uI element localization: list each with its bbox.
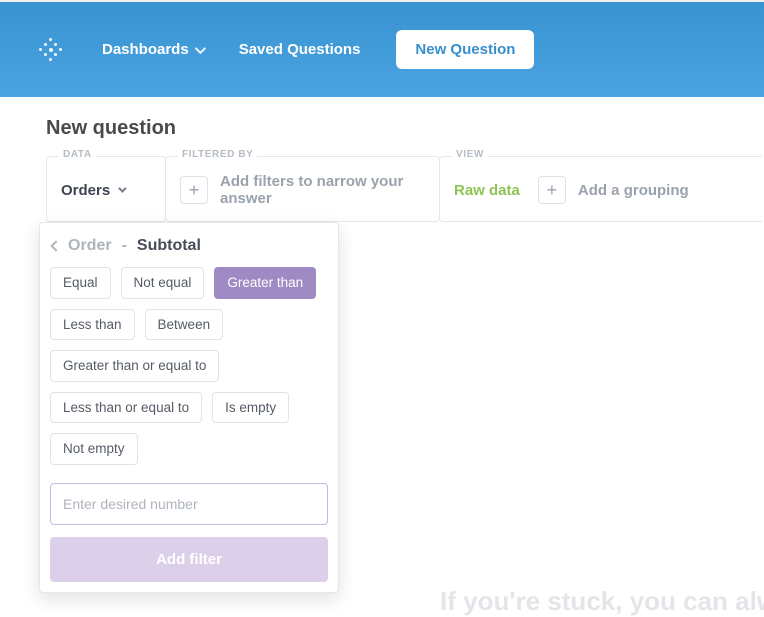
view-section: VIEW Raw data + Add a grouping [439, 156, 762, 222]
plus-icon: + [189, 180, 200, 201]
add-grouping-icon-button[interactable]: + [538, 176, 566, 204]
operator-less-than[interactable]: Less than [50, 309, 135, 341]
view-section-label: VIEW [452, 149, 488, 160]
filter-value-input[interactable] [50, 483, 328, 525]
operator-equal[interactable]: Equal [50, 267, 111, 299]
chevron-left-icon[interactable] [50, 240, 61, 251]
content-area: New question DATA Orders FILTERED BY + A… [0, 97, 764, 222]
operator-not-equal[interactable]: Not equal [121, 267, 205, 299]
popover-breadcrumb: Order - Subtotal [50, 237, 328, 267]
view-raw-data[interactable]: Raw data [454, 182, 520, 199]
breadcrumb-current: Subtotal [137, 237, 201, 255]
filter-popover: Order - Subtotal Equal Not equal Greater… [39, 222, 339, 593]
query-builder-row: DATA Orders FILTERED BY + Add filters to… [46, 156, 764, 222]
plus-icon: + [547, 180, 558, 201]
filtered-by-section: FILTERED BY + Add filters to narrow your… [165, 156, 440, 222]
chevron-down-icon [118, 184, 126, 192]
add-filter-icon-button[interactable]: + [180, 176, 208, 204]
nav-saved-questions[interactable]: Saved Questions [239, 41, 361, 58]
nav-dashboards[interactable]: Dashboards [102, 41, 203, 58]
operator-list: Equal Not equal Greater than Less than B… [50, 267, 328, 471]
operator-not-empty[interactable]: Not empty [50, 433, 138, 465]
helper-footer-text: If you're stuck, you can alw [440, 586, 764, 617]
topbar: Dashboards Saved Questions New Question [0, 2, 764, 97]
filtered-by-section-label: FILTERED BY [178, 149, 257, 160]
breadcrumb-separator: - [122, 237, 127, 255]
page-title: New question [46, 117, 764, 140]
breadcrumb-parent[interactable]: Order [68, 237, 112, 255]
app-logo[interactable] [36, 35, 66, 65]
operator-between[interactable]: Between [145, 309, 224, 341]
table-picker-label: Orders [61, 182, 110, 199]
table-picker[interactable]: Orders [61, 182, 124, 199]
nav-dashboards-label: Dashboards [102, 41, 189, 58]
add-filter-button[interactable]: Add filter [50, 537, 328, 582]
operator-lte[interactable]: Less than or equal to [50, 392, 202, 424]
data-section-label: DATA [59, 149, 96, 160]
grouping-hint-text: Add a grouping [578, 182, 689, 199]
operator-gte[interactable]: Greater than or equal to [50, 350, 219, 382]
filter-hint-text: Add filters to narrow your answer [220, 173, 425, 207]
data-section: DATA Orders [46, 156, 166, 222]
operator-greater-than[interactable]: Greater than [214, 267, 316, 299]
chevron-down-icon [194, 42, 205, 53]
new-question-button[interactable]: New Question [396, 30, 534, 69]
operator-is-empty[interactable]: Is empty [212, 392, 289, 424]
